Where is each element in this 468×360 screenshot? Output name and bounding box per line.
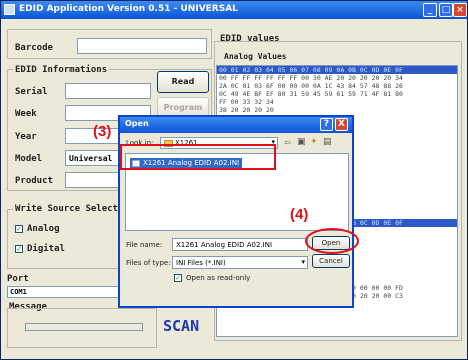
write-source-title: Write Source Select (13, 204, 120, 214)
barcode-input[interactable] (77, 38, 207, 54)
files-of-type-label: Files of type: (126, 259, 171, 267)
analog-label: Analog (27, 224, 60, 234)
hex-header-row: 00 01 02 03 04 05 06 07 08 09 0A 0B 0C 0… (217, 66, 457, 75)
port-title: Port (7, 274, 29, 284)
read-button[interactable]: Read (157, 71, 209, 93)
analog-values-title: Analog Values (224, 52, 287, 61)
model-field[interactable]: Universal (65, 150, 119, 166)
read-only-checkbox[interactable]: ✓ (174, 274, 182, 282)
digital-checkbox[interactable]: ✓ (15, 245, 23, 253)
dialog-title-bar: Open ? X (120, 117, 352, 133)
barcode-label: Barcode (15, 43, 53, 53)
hex-row: FF 00 33 32 34 (219, 98, 274, 107)
close-button[interactable]: × (453, 3, 467, 17)
hex-row: 2A 0C 01 03 6F 00 00 00 0A 1C 43 84 57 4… (219, 82, 403, 91)
chevron-down-icon: ▾ (301, 258, 305, 266)
product-field[interactable] (65, 172, 119, 188)
serial-field[interactable] (65, 83, 151, 99)
analog-checkbox[interactable]: ✓ (15, 225, 23, 233)
new-folder-icon[interactable]: ✦ (310, 137, 318, 147)
serial-label: Serial (15, 87, 48, 97)
dialog-title: Open (125, 119, 149, 128)
annotation-file-highlight (120, 144, 276, 170)
help-button[interactable]: ? (320, 118, 333, 131)
model-label: Model (15, 154, 43, 164)
cancel-button[interactable]: Cancel (312, 254, 350, 268)
week-label: Week (15, 109, 37, 119)
files-of-type-select[interactable]: INI Files (*.INI) ▾ (172, 256, 308, 269)
scan-button[interactable]: SCAN (163, 317, 199, 335)
annotation-open-circle (305, 228, 359, 254)
window-title: EDID Application Version 0.51 - UNIVERSA… (19, 4, 238, 14)
view-menu-icon[interactable]: ▤ (323, 137, 332, 147)
dialog-close-button[interactable]: X (335, 118, 348, 131)
maximize-button[interactable]: □ (439, 3, 453, 17)
edid-info-title: EDID Informations (13, 65, 110, 75)
files-of-type-value: INI Files (*.INI) (176, 259, 226, 267)
back-icon[interactable]: ⇦ (284, 138, 291, 147)
read-only-label: Open as read-only (186, 274, 251, 282)
port-value: COM1 (10, 288, 27, 296)
app-icon (4, 4, 15, 15)
minimize-button[interactable]: _ (423, 3, 437, 17)
message-field (25, 323, 143, 331)
product-label: Product (15, 176, 53, 186)
hex-row: 0C 49 4E BF EF 80 31 59 45 59 61 59 71 4… (219, 90, 403, 99)
file-name-label: File name: (126, 241, 163, 249)
up-folder-icon[interactable]: ▣ (297, 137, 306, 147)
file-name-input[interactable]: X1261 Analog EDID A02.INI (172, 238, 308, 251)
year-label: Year (15, 132, 37, 142)
hex-row: 00 FF FF FF FF FF FF 00 30 AE 20 20 20 2… (219, 74, 403, 83)
hex-row: 38 20 20 20 20 (219, 106, 274, 115)
annotation-step-3: (3) (93, 123, 112, 140)
title-bar: EDID Application Version 0.51 - UNIVERSA… (1, 1, 467, 19)
annotation-step-4: (4) (290, 206, 309, 223)
digital-label: Digital (27, 244, 65, 254)
